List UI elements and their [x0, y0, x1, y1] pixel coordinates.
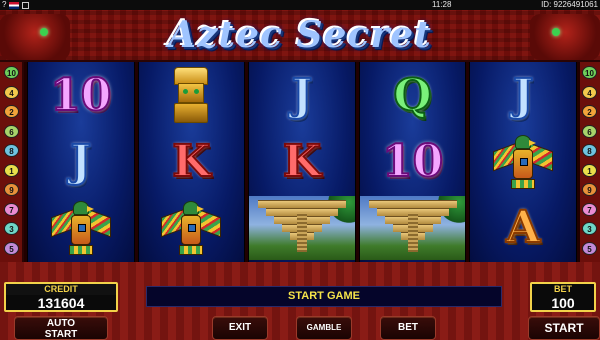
auto-start-button[interactable]: AUTO START	[14, 316, 108, 340]
payline-2-indicator: 2	[4, 105, 19, 118]
symbol-k: K	[171, 136, 211, 187]
bet-button[interactable]: BET	[380, 316, 436, 340]
status-bar: ? 11:28 ID: 9226491061	[0, 0, 600, 10]
reel-cell: Q	[360, 64, 466, 128]
symbol-j: J	[69, 136, 92, 187]
reel-cell	[249, 196, 355, 260]
reel-cell	[139, 196, 245, 260]
reel-cell: K	[249, 130, 355, 194]
status-bar-left: ?	[2, 0, 30, 10]
payline-8-indicator: 8	[582, 144, 597, 157]
credit-display: CREDIT 131604	[4, 282, 118, 312]
reel-cell: J	[249, 64, 355, 128]
aztec-head-eye	[40, 28, 48, 36]
reel-cell: J	[470, 64, 576, 128]
payline-10-indicator: 10	[582, 66, 597, 79]
fullscreen-icon[interactable]	[22, 2, 30, 9]
game-message: START GAME	[146, 286, 502, 307]
reel-cell	[359, 196, 466, 260]
bet-label: BET	[554, 284, 572, 294]
payline-1-indicator: 1	[4, 163, 19, 177]
help-button[interactable]: ?	[2, 0, 6, 10]
reel-3: JK	[248, 62, 356, 262]
reel-cell	[139, 64, 245, 128]
reel-cell: 10	[360, 130, 466, 194]
payline-4-indicator: 4	[582, 85, 597, 99]
symbol-a: A	[505, 202, 541, 253]
credit-label: CREDIT	[6, 284, 116, 295]
session-id: ID: 9226491061	[541, 0, 598, 9]
reel-2: K	[137, 62, 246, 262]
quetzal-bird-icon	[161, 199, 222, 257]
aztec-head-eye	[552, 28, 560, 36]
reel-cell	[28, 196, 134, 260]
pyramid-icon	[249, 196, 355, 260]
symbol-j: J	[291, 70, 314, 121]
reel-1: 10 J	[27, 62, 135, 262]
payline-6-indicator: 6	[4, 124, 19, 138]
exit-button[interactable]: EXIT	[212, 316, 268, 340]
golden-idol-icon	[166, 67, 216, 125]
quetzal-bird-icon	[493, 133, 554, 191]
payline-6-indicator: 6	[582, 124, 597, 138]
payline-4-indicator: 4	[4, 85, 19, 99]
payline-5-indicator: 5	[582, 241, 597, 255]
payline-5-indicator: 5	[4, 241, 19, 255]
symbol-k: K	[282, 136, 322, 187]
clock: 11:28	[432, 0, 452, 9]
auto-start-line1: AUTO	[46, 318, 76, 329]
payline-indicators-right: 10 4 2 6 8 1 9 7 3 5	[578, 62, 600, 262]
language-flag-icon[interactable]	[9, 2, 20, 9]
gamble-button[interactable]: GAMBLE	[296, 316, 352, 340]
payline-3-indicator: 3	[582, 222, 597, 235]
credit-value: 131604	[37, 295, 85, 311]
reel-cell: J	[28, 130, 134, 194]
game-title: Aztec Secret	[168, 14, 432, 56]
symbol-ten: 10	[49, 70, 112, 121]
bet-value: 100	[551, 295, 575, 311]
payline-7-indicator: 7	[4, 202, 19, 216]
reel-cell: 10	[28, 64, 134, 128]
reel-4: Q 10	[358, 62, 467, 262]
symbol-q: Q	[392, 70, 432, 121]
reel-cell: A	[470, 196, 576, 260]
control-panel: CREDIT 131604 START GAME BET 100 AUTO ST…	[0, 262, 600, 340]
payline-8-indicator: 8	[4, 144, 19, 157]
payline-10-indicator: 10	[4, 66, 19, 79]
reel-cell: K	[139, 130, 245, 194]
payline-indicators-left: 10 4 2 6 8 1 9 7 3 5	[0, 62, 22, 262]
pyramid-icon	[359, 196, 466, 260]
payline-3-indicator: 3	[4, 222, 19, 235]
payline-1-indicator: 1	[582, 163, 597, 177]
start-button[interactable]: START	[528, 316, 600, 340]
symbol-ten: 10	[381, 136, 444, 187]
payline-9-indicator: 9	[582, 183, 597, 196]
payline-2-indicator: 2	[582, 105, 597, 118]
reel-cell	[470, 130, 576, 194]
symbol-j: J	[512, 70, 535, 121]
bet-display: BET 100	[530, 282, 596, 312]
aztec-head-left-icon	[0, 14, 70, 60]
auto-start-line2: START	[44, 329, 78, 340]
reel-5: JA	[469, 62, 577, 262]
quetzal-bird-icon	[50, 199, 111, 257]
payline-9-indicator: 9	[4, 183, 19, 196]
game-header: Aztec Secret	[0, 10, 600, 60]
aztec-head-right-icon	[530, 14, 600, 60]
payline-7-indicator: 7	[582, 202, 597, 216]
reel-area: 10 J K J K Q 10 J A	[24, 62, 580, 262]
